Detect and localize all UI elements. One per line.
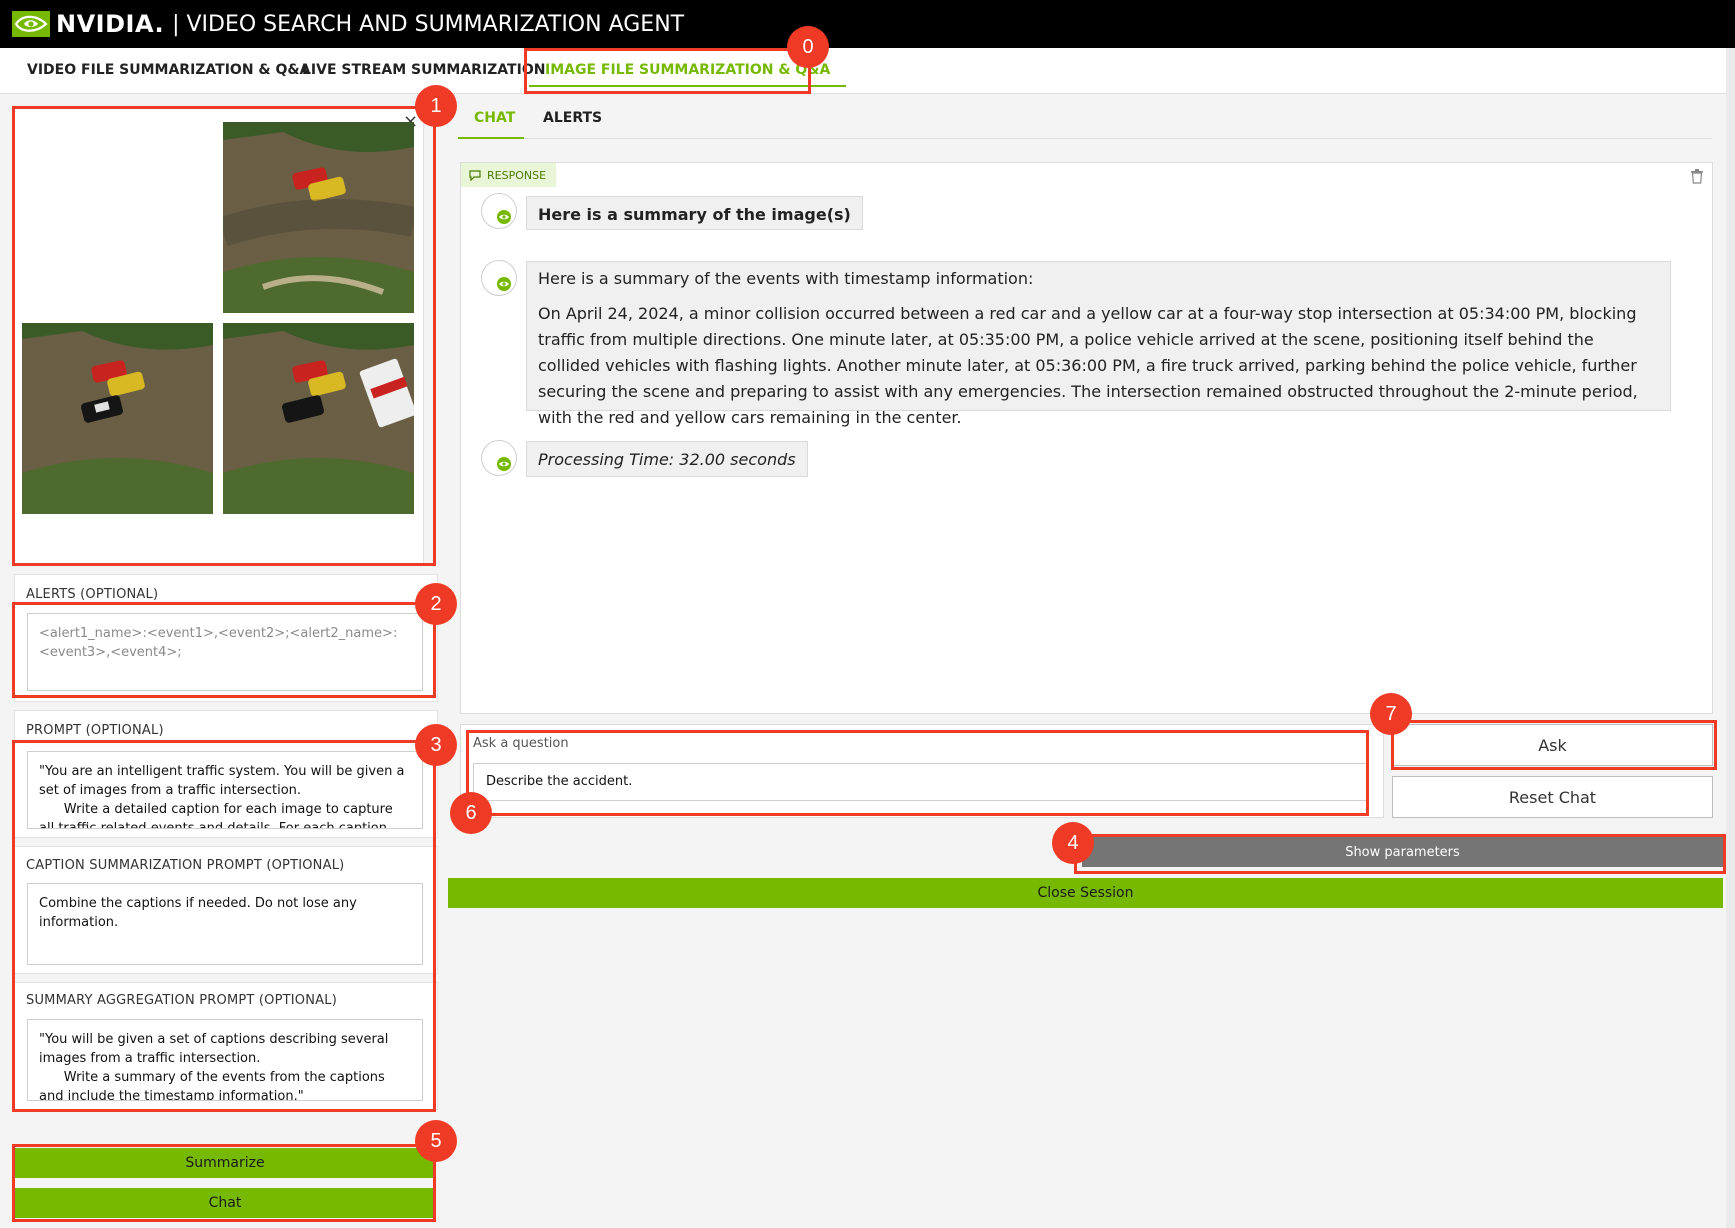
aggregation-prompt-label: SUMMARY AGGREGATION PROMPT (OPTIONAL) <box>26 993 337 1008</box>
annotation-marker: 2 <box>415 583 457 625</box>
caption-prompt-panel: CAPTION SUMMARIZATION PROMPT (OPTIONAL) … <box>14 846 438 974</box>
question-panel: Ask a question Describe the accident. <box>460 724 1384 818</box>
annotation-marker: 4 <box>1052 822 1094 864</box>
chat-button[interactable]: Chat <box>14 1188 436 1218</box>
image-intersection-fire-truck <box>223 323 414 514</box>
alerts-panel: ALERTS (OPTIONAL) <alert1_name>:<event1>… <box>14 574 438 702</box>
aggregation-prompt-input[interactable]: "You will be given a set of captions des… <box>27 1019 423 1101</box>
annotation-marker: 6 <box>450 792 492 834</box>
chat-tab-divider <box>458 138 1712 139</box>
image-thumbnail[interactable] <box>223 122 414 313</box>
question-label: Ask a question <box>473 736 569 751</box>
trash-icon[interactable] <box>1690 168 1704 184</box>
nvidia-eye-icon <box>497 277 511 291</box>
annotation-marker: 0 <box>787 26 829 68</box>
app-title: | VIDEO SEARCH AND SUMMARIZATION AGENT <box>172 11 685 37</box>
bot-avatar <box>481 440 517 476</box>
image-intersection-police-car <box>22 323 213 514</box>
image-thumbnail[interactable] <box>22 323 213 514</box>
annotation-marker: 3 <box>415 724 457 766</box>
image-thumbnail[interactable] <box>223 323 414 514</box>
aggregation-prompt-panel: SUMMARY AGGREGATION PROMPT (OPTIONAL) "Y… <box>14 982 438 1110</box>
alerts-input[interactable]: <alert1_name>:<event1>,<event2>;<alert2_… <box>27 613 423 691</box>
tab-chat[interactable]: CHAT <box>474 110 515 126</box>
summarize-button[interactable]: Summarize <box>14 1148 436 1178</box>
ask-button[interactable]: Ask <box>1392 724 1713 766</box>
reset-chat-button[interactable]: Reset Chat <box>1392 776 1713 818</box>
show-parameters-button[interactable]: Show parameters <box>1082 837 1723 867</box>
app-header: NVIDIA. | VIDEO SEARCH AND SUMMARIZATION… <box>0 0 1735 48</box>
chat-bubble-icon <box>469 170 481 181</box>
nvidia-eye-icon <box>12 11 50 37</box>
tab-alerts[interactable]: ALERTS <box>543 110 602 126</box>
chat-message: Here is a summary of the image(s) <box>526 196 863 230</box>
alerts-label: ALERTS (OPTIONAL) <box>26 587 159 602</box>
caption-prompt-input[interactable]: Combine the captions if needed. Do not l… <box>27 883 423 965</box>
nvidia-eye-icon <box>497 457 511 471</box>
bot-avatar <box>481 193 517 229</box>
chat-message-intro: Here is a summary of the events with tim… <box>538 269 1034 288</box>
nvidia-eye-icon <box>497 210 511 224</box>
response-badge: RESPONSE <box>461 163 557 187</box>
chat-message-body: On April 24, 2024, a minor collision occ… <box>538 304 1638 427</box>
annotation-marker: 7 <box>1370 693 1412 735</box>
tab-live-stream[interactable]: LIVE STREAM SUMMARIZATION <box>302 48 545 93</box>
main-tabbar: VIDEO FILE SUMMARIZATION & Q&A LIVE STRE… <box>0 48 1735 94</box>
brand-name: NVIDIA. <box>56 10 165 38</box>
image-gallery[interactable]: × <box>14 106 424 564</box>
annotation-marker: 1 <box>415 85 457 127</box>
bot-avatar <box>481 260 517 296</box>
nvidia-logo: NVIDIA. <box>12 10 164 38</box>
tab-video-file[interactable]: VIDEO FILE SUMMARIZATION & Q&A <box>27 48 310 93</box>
chat-message: Here is a summary of the events with tim… <box>526 261 1671 427</box>
close-session-button[interactable]: Close Session <box>448 878 1723 908</box>
chat-message: Processing Time: 32.00 seconds <box>526 441 808 477</box>
question-input[interactable]: Describe the accident. <box>473 763 1369 801</box>
image-intersection-two-cars <box>223 122 414 313</box>
prompt-input[interactable]: "You are an intelligent traffic system. … <box>27 751 423 829</box>
prompt-label: PROMPT (OPTIONAL) <box>26 723 164 738</box>
chat-window: RESPONSE Here is a summary of the image(… <box>460 162 1713 714</box>
page-scrollbar[interactable] <box>1726 48 1735 1228</box>
annotation-marker: 5 <box>415 1120 457 1162</box>
chat-tab-indicator <box>458 137 524 139</box>
prompt-panel: PROMPT (OPTIONAL) "You are an intelligen… <box>14 710 438 838</box>
caption-prompt-label: CAPTION SUMMARIZATION PROMPT (OPTIONAL) <box>26 858 345 873</box>
response-badge-label: RESPONSE <box>487 168 547 182</box>
